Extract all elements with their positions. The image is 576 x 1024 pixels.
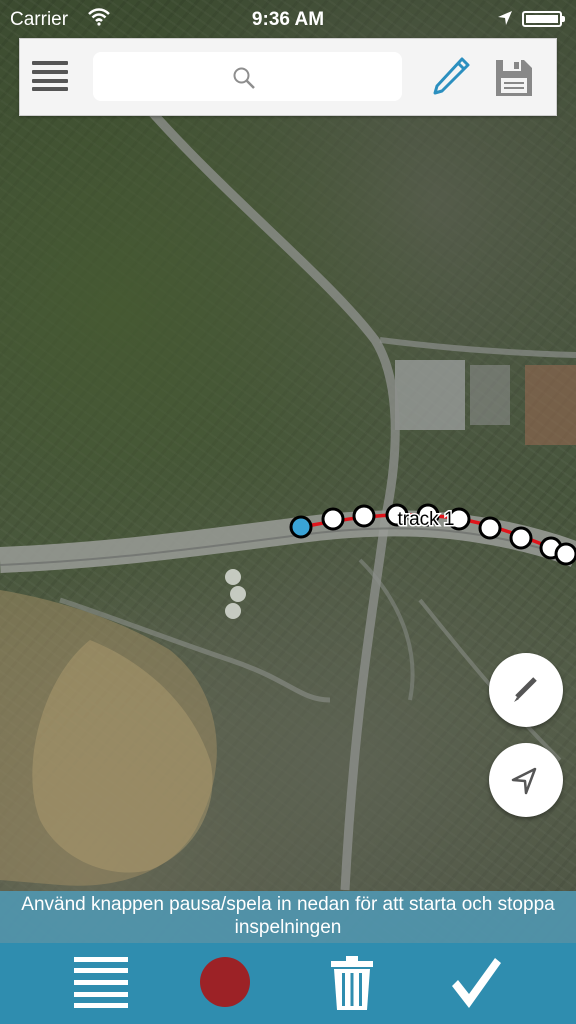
road: [379, 337, 576, 358]
bottom-toolbar: [0, 943, 576, 1024]
trash-icon[interactable]: [330, 955, 374, 1011]
location-services-icon: [498, 11, 512, 25]
satellite-map: track 1: [0, 107, 576, 891]
edit-icon: [514, 677, 537, 702]
instruction-banner: Använd knappen pausa/spela in nedan för …: [0, 891, 576, 943]
search-box: [93, 52, 406, 103]
track-point[interactable]: [352, 504, 376, 528]
track-point[interactable]: [478, 516, 502, 540]
track-point[interactable]: [554, 542, 576, 566]
building-block: [470, 365, 510, 425]
track-start-point[interactable]: [289, 515, 313, 539]
edit-track-button[interactable]: [489, 653, 563, 727]
record-button[interactable]: [200, 957, 250, 1007]
pencil-icon[interactable]: [430, 55, 472, 97]
navigation-arrow-icon: [511, 767, 537, 795]
storage-tank: [225, 569, 241, 585]
save-icon[interactable]: [494, 58, 534, 98]
track-label: track 1: [397, 509, 454, 530]
residential-block: [525, 365, 576, 445]
menu-button[interactable]: [32, 61, 68, 91]
search-input[interactable]: [93, 52, 406, 103]
battery-icon: [522, 11, 565, 27]
checkmark-icon[interactable]: [450, 956, 502, 1010]
map-view[interactable]: track 1: [0, 0, 576, 1024]
locate-me-button[interactable]: [489, 743, 563, 817]
storage-tank: [225, 603, 241, 619]
list-button[interactable]: [74, 957, 128, 1009]
commercial-area: [395, 360, 465, 430]
storage-tank: [230, 586, 246, 602]
track-point[interactable]: [321, 507, 345, 531]
top-toolbar: [19, 38, 557, 116]
track-point[interactable]: [509, 526, 533, 550]
status-time: 9:36 AM: [251, 9, 325, 30]
status-bar: Carrier 9:36 AM: [0, 0, 576, 38]
